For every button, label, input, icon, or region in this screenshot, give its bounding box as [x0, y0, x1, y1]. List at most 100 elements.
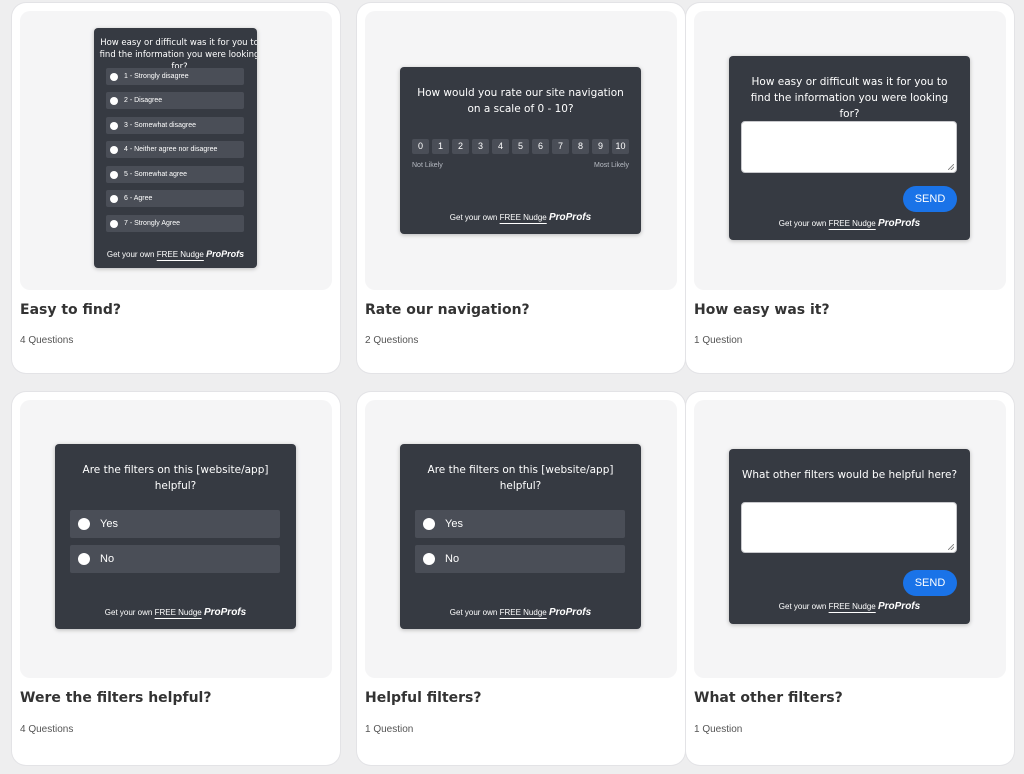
card-title[interactable]: What other filters?	[694, 690, 843, 706]
resize-grip-icon[interactable]	[948, 164, 954, 170]
question-count: 4 Questions	[20, 335, 74, 346]
footer-prefix: Get your own	[106, 250, 155, 259]
widget-footer: Get your own FREE Nudge ProProfs	[400, 607, 641, 618]
radio-icon[interactable]	[423, 518, 435, 530]
option-label: 7 - Strongly Agree	[124, 220, 181, 227]
option-5[interactable]: 5 - Somewhat agree	[106, 166, 244, 183]
radio-icon[interactable]	[78, 518, 90, 530]
proprofs-logo: ProProfs	[548, 212, 592, 223]
option-label: 6 - Agree	[124, 195, 153, 202]
radio-icon[interactable]	[110, 194, 118, 203]
question-count: 1 Question	[694, 335, 743, 346]
widget-footer: Get your own FREE Nudge ProProfs	[729, 218, 970, 229]
scale-option-9[interactable]: 9	[592, 139, 609, 154]
radio-icon[interactable]	[110, 145, 118, 154]
send-button[interactable]: SEND	[903, 186, 957, 212]
option-no[interactable]: No	[415, 545, 625, 573]
option-label: 5 - Somewhat agree	[124, 171, 188, 178]
footer-prefix: Get your own	[104, 608, 153, 617]
free-nudge-link[interactable]: FREE Nudge	[500, 213, 547, 222]
scale-option-3[interactable]: 3	[472, 139, 489, 154]
option-3[interactable]: 3 - Somewhat disagree	[106, 117, 244, 134]
template-card-filters-helpful[interactable]: Are the filters on this [website/app] he…	[12, 392, 340, 765]
template-card-helpful-filters[interactable]: Are the filters on this [website/app] he…	[357, 392, 685, 765]
resize-grip-icon[interactable]	[948, 544, 954, 550]
card-title[interactable]: How easy was it?	[694, 302, 830, 318]
widget-footer: Get your own FREE Nudge ProProfs	[729, 601, 970, 612]
radio-icon[interactable]	[110, 96, 118, 105]
template-card-other-filters[interactable]: What other filters would be helpful here…	[686, 392, 1014, 765]
scale-option-2[interactable]: 2	[452, 139, 469, 154]
card-preview: Are the filters on this [website/app] he…	[20, 400, 332, 678]
proprofs-logo: ProProfs	[877, 601, 921, 612]
radio-icon[interactable]	[110, 219, 118, 228]
question-count: 1 Question	[365, 724, 414, 735]
option-1[interactable]: 1 - Strongly disagree	[106, 68, 244, 85]
free-nudge-link[interactable]: FREE Nudge	[829, 602, 876, 611]
survey-widget: How easy or difficult was it for you to …	[729, 56, 970, 240]
template-card-rate-navigation[interactable]: How would you rate our site navigation o…	[357, 3, 685, 373]
option-2[interactable]: 2 - Disagree	[106, 92, 244, 109]
footer-prefix: Get your own	[778, 219, 827, 228]
answer-textarea[interactable]	[741, 502, 957, 553]
radio-icon[interactable]	[78, 553, 90, 565]
free-nudge-link[interactable]: FREE Nudge	[155, 608, 202, 617]
template-card-how-easy[interactable]: How easy or difficult was it for you to …	[686, 3, 1014, 373]
option-no[interactable]: No	[70, 545, 280, 573]
scale-option-7[interactable]: 7	[552, 139, 569, 154]
widget-footer: Get your own FREE Nudge ProProfs	[400, 212, 641, 223]
option-7[interactable]: 7 - Strongly Agree	[106, 215, 244, 232]
widget-footer: Get your own FREE Nudge ProProfs	[55, 607, 296, 618]
option-label: No	[100, 553, 115, 565]
radio-icon[interactable]	[423, 553, 435, 565]
scale-option-5[interactable]: 5	[512, 139, 529, 154]
option-label: 2 - Disagree	[124, 97, 163, 104]
survey-widget: How easy or difficult was it for you to …	[94, 28, 257, 268]
card-title[interactable]: Helpful filters?	[365, 690, 481, 706]
footer-prefix: Get your own	[449, 608, 498, 617]
free-nudge-link[interactable]: FREE Nudge	[500, 608, 547, 617]
free-nudge-link[interactable]: FREE Nudge	[829, 219, 876, 228]
template-card-easy-to-find[interactable]: How easy or difficult was it for you to …	[12, 3, 340, 373]
proprofs-logo: ProProfs	[203, 607, 247, 618]
scale-option-8[interactable]: 8	[572, 139, 589, 154]
scale-option-6[interactable]: 6	[532, 139, 549, 154]
proprofs-logo: ProProfs	[877, 218, 921, 229]
widget-footer: Get your own FREE Nudge ProProfs	[94, 249, 257, 259]
radio-icon[interactable]	[110, 170, 118, 179]
card-preview: What other filters would be helpful here…	[694, 400, 1006, 678]
option-4[interactable]: 4 - Neither agree nor disagree	[106, 141, 244, 158]
question-count: 2 Questions	[365, 335, 419, 346]
free-nudge-link[interactable]: FREE Nudge	[157, 250, 204, 259]
card-preview: Are the filters on this [website/app] he…	[365, 400, 677, 678]
scale-option-1[interactable]: 1	[432, 139, 449, 154]
radio-icon[interactable]	[110, 72, 118, 81]
answer-textarea[interactable]	[741, 121, 957, 173]
scale-high-label: Most Likely	[593, 162, 629, 169]
radio-icon[interactable]	[110, 121, 118, 130]
option-label: Yes	[445, 518, 463, 530]
survey-question: What other filters would be helpful here…	[741, 469, 958, 481]
scale-option-4[interactable]: 4	[492, 139, 509, 154]
card-title[interactable]: Easy to find?	[20, 302, 121, 318]
option-label: 1 - Strongly disagree	[124, 73, 189, 80]
card-title[interactable]: Rate our navigation?	[365, 302, 530, 318]
survey-question: How easy or difficult was it for you to …	[750, 76, 949, 120]
option-label: 3 - Somewhat disagree	[124, 122, 196, 129]
send-button[interactable]: SEND	[903, 570, 957, 596]
card-title[interactable]: Were the filters helpful?	[20, 690, 211, 706]
scale-low-label: Not Likely	[412, 162, 443, 169]
survey-question: Are the filters on this [website/app] he…	[82, 464, 269, 492]
survey-question: How would you rate our site navigation o…	[417, 87, 624, 115]
option-yes[interactable]: Yes	[70, 510, 280, 538]
question-count: 1 Question	[694, 724, 743, 735]
footer-prefix: Get your own	[778, 602, 827, 611]
card-preview: How easy or difficult was it for you to …	[20, 11, 332, 290]
option-6[interactable]: 6 - Agree	[106, 190, 244, 207]
scale-option-0[interactable]: 0	[412, 139, 429, 154]
option-yes[interactable]: Yes	[415, 510, 625, 538]
option-label: Yes	[100, 518, 118, 530]
survey-widget: Are the filters on this [website/app] he…	[400, 444, 641, 629]
question-count: 4 Questions	[20, 724, 74, 735]
scale-option-10[interactable]: 10	[612, 139, 629, 154]
